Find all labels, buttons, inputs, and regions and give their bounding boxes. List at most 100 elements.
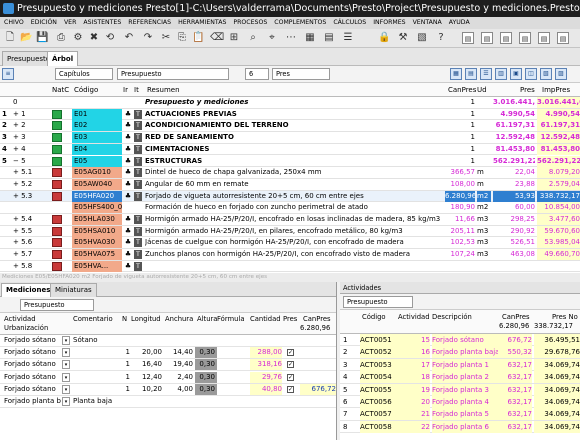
tree-row[interactable]: + 5.3 E05HFA020 ♣ T Forjado de vigueta autor… bbox=[0, 190, 580, 203]
dropdown-arrow-icon[interactable]: ▾ bbox=[62, 384, 70, 394]
altura-cell[interactable]: 0,30 bbox=[195, 347, 217, 359]
canpres-cell[interactable]: 107,24 bbox=[445, 249, 476, 260]
delete-icon[interactable]: ⌫ bbox=[210, 32, 224, 44]
act-code-cell[interactable]: ACT0058 bbox=[360, 420, 396, 433]
menu-referencias[interactable]: REFERENCIAS bbox=[128, 19, 171, 26]
actividad-row[interactable]: 8 ACT0058 22 Forjado planta 6 632,17 34.069,7… bbox=[340, 420, 580, 434]
menu-ver[interactable]: VER bbox=[64, 19, 76, 26]
anchura-cell[interactable]: 14,40 bbox=[163, 347, 193, 358]
tree-row[interactable]: 4 + 4 E04 ♣ T CIMENTACIONES 1 81.453,80 81.453,8… bbox=[0, 143, 580, 156]
pres-filter-select[interactable]: Pres bbox=[272, 68, 330, 80]
expand-toggle[interactable]: + 5.6 bbox=[13, 237, 39, 248]
expand-toggle[interactable]: + 5.8 bbox=[13, 261, 39, 272]
col-imppres[interactable]: ImpPres bbox=[542, 83, 570, 97]
col-canpres[interactable]: CanPres bbox=[448, 83, 476, 97]
medicion-row[interactable]: Forjado sótano ▾ 1 16,40 19,40 0,30 318,16 ✓ bbox=[0, 359, 336, 372]
expand-toggle[interactable]: + 4 bbox=[13, 144, 39, 155]
longitud-cell[interactable]: 20,00 bbox=[132, 347, 162, 358]
summary-cell[interactable]: RED DE SANEAMIENTO bbox=[145, 132, 445, 143]
n-cell[interactable]: 1 bbox=[118, 372, 130, 383]
cut-icon[interactable]: ✂ bbox=[160, 32, 172, 44]
col-comentario[interactable]: Comentario bbox=[73, 315, 113, 324]
anchura-cell[interactable]: 19,40 bbox=[163, 359, 193, 370]
view-icon-2[interactable]: ▤ bbox=[465, 68, 477, 80]
col-formula[interactable]: Fórmula bbox=[217, 315, 244, 324]
summary-cell[interactable]: Forjado de vigueta autorresistente 20+5 … bbox=[145, 191, 445, 202]
menu-asistentes[interactable]: ASISTENTES bbox=[83, 19, 121, 26]
settings-icon[interactable]: ⚙ bbox=[72, 32, 84, 44]
view-icon-6[interactable]: ◫ bbox=[525, 68, 537, 80]
pres-checkbox[interactable]: ✓ bbox=[287, 385, 294, 393]
actividad-cell[interactable]: Forjado sótano bbox=[4, 347, 62, 358]
expand-toggle[interactable]: + 5.2 bbox=[13, 179, 39, 190]
medicion-row[interactable]: Forjado planta b ▾ Planta baja bbox=[0, 396, 336, 408]
comentario-cell[interactable]: Sótano bbox=[73, 335, 121, 346]
tree-row[interactable]: E05HFS400_01 Formación de hueco en forjad… bbox=[0, 202, 580, 214]
col-longitud[interactable]: Longitud bbox=[131, 315, 161, 324]
act-code-cell[interactable]: ACT0052 bbox=[360, 346, 396, 359]
code-cell[interactable]: E03 bbox=[72, 132, 122, 144]
dropdown-arrow-icon[interactable]: ▾ bbox=[62, 336, 70, 345]
dropdown-arrow-icon[interactable]: ▾ bbox=[62, 372, 70, 382]
longitud-cell[interactable]: 16,40 bbox=[132, 359, 162, 370]
pres-cell[interactable]: 60,00 bbox=[493, 202, 535, 213]
actividad-cell[interactable]: Forjado planta b bbox=[4, 396, 62, 407]
expand-toggle[interactable]: 0 bbox=[13, 97, 39, 108]
save-icon[interactable]: 💾 bbox=[36, 32, 48, 44]
menu-procesos[interactable]: PROCESOS bbox=[233, 19, 267, 26]
dropdown-arrow-icon[interactable]: ▾ bbox=[62, 397, 70, 406]
view-icon-7[interactable]: ▧ bbox=[540, 68, 552, 80]
tools-icon[interactable]: ⚒ bbox=[397, 32, 409, 44]
history-icon[interactable]: ⟲ bbox=[104, 32, 116, 44]
altura-cell[interactable]: 0,30 bbox=[195, 371, 217, 383]
menu-clculos[interactable]: CÁLCULOS bbox=[333, 19, 366, 26]
expand-toggle[interactable]: + 1 bbox=[13, 109, 39, 120]
canpres-cell[interactable]: 1 bbox=[445, 144, 475, 155]
expand-toggle[interactable]: + 3 bbox=[13, 132, 39, 143]
anchura-cell[interactable]: 2,40 bbox=[163, 372, 193, 383]
tree-row[interactable]: 2 + 2 E02 ♣ T ACONDICIONAMIENTO DEL TERRENO 1 6… bbox=[0, 120, 580, 133]
tree-row[interactable]: + 5.6 E05HVA030 ♣ T Jácenas de cuelgue con h… bbox=[0, 237, 580, 250]
altura-cell[interactable]: 0,30 bbox=[195, 383, 217, 395]
medicion-row[interactable]: Forjado sótano ▾ 1 20,00 14,40 0,30 288,00 ✓ bbox=[0, 347, 336, 360]
tree-row[interactable]: 0 Presupuesto y mediciones1 3.016.441,653.… bbox=[0, 97, 580, 109]
longitud-cell[interactable]: 12,40 bbox=[132, 372, 162, 383]
code-cell[interactable]: E05AW040 bbox=[72, 178, 122, 190]
layout-lm3-icon[interactable]: ▤ bbox=[500, 32, 512, 44]
tab-arbol[interactable]: Árbol bbox=[47, 51, 79, 66]
search-icon[interactable]: ⌕ bbox=[247, 32, 259, 44]
pres-checkbox[interactable]: ✓ bbox=[287, 361, 294, 369]
code-cell[interactable]: E05HFS400_01 bbox=[72, 202, 122, 214]
summary-cell[interactable]: ACTUACIONES PREVIAS bbox=[145, 109, 445, 120]
pres-cell[interactable]: 53,93 bbox=[493, 190, 535, 202]
menu-ventana[interactable]: VENTANA bbox=[413, 19, 442, 26]
tree-row[interactable]: + 5.5 E05HSA010 ♣ T Hormigón armado HA-25/P/… bbox=[0, 225, 580, 238]
canpres-cell[interactable]: 11,66 bbox=[445, 214, 475, 225]
tree-row[interactable]: + 5.1 E05AG010 ♣ T Dintel de hueco de chapa … bbox=[0, 167, 580, 179]
code-cell[interactable]: E05HFA020 bbox=[72, 190, 122, 202]
expand-toggle[interactable]: − 5 bbox=[13, 156, 39, 167]
new-file-icon[interactable]: 🗋 bbox=[4, 32, 16, 44]
report-icon[interactable]: ▧ bbox=[416, 32, 428, 44]
print-icon[interactable]: ⎙ bbox=[55, 32, 67, 44]
tab-mediciones[interactable]: Mediciones bbox=[1, 283, 56, 297]
summary-cell[interactable]: Presupuesto y mediciones bbox=[145, 97, 445, 108]
tree-row[interactable]: + 5.4 E05HLA030 ♣ T Hormigón armado HA-25/P/… bbox=[0, 214, 580, 226]
actividad-row[interactable]: 4 ACT0054 18 Forjado planta 2 632,17 34.069,7… bbox=[340, 371, 580, 384]
act-code-cell[interactable]: ACT0057 bbox=[360, 408, 396, 421]
view-icon-5[interactable]: ▣ bbox=[510, 68, 522, 80]
layout-lm2-icon[interactable]: ▤ bbox=[481, 32, 493, 44]
paste-icon[interactable]: 📋 bbox=[192, 32, 204, 44]
n-cell[interactable]: 1 bbox=[118, 347, 130, 358]
dropdown-arrow-icon[interactable]: ▾ bbox=[62, 348, 70, 358]
pres-cell[interactable]: 61.197,31 bbox=[493, 120, 535, 131]
pres-cell[interactable]: 526,51 bbox=[493, 237, 536, 248]
tree-row[interactable]: + 5.8 E05HVA... ♣ T bbox=[0, 260, 580, 273]
summary-cell[interactable]: Zunchos planos con hormigón HA-25/P/20/I… bbox=[145, 249, 445, 260]
canpres-cell[interactable]: 205,11 bbox=[445, 226, 476, 237]
canpres-cell[interactable]: 1 bbox=[445, 120, 475, 131]
expand-toggle[interactable]: + 5.3 bbox=[13, 191, 39, 202]
act-code-cell[interactable]: ACT0054 bbox=[360, 371, 396, 384]
actividad-row[interactable]: 7 ACT0057 21 Forjado planta 5 632,17 34.069,7… bbox=[340, 408, 580, 421]
actividad-cell[interactable]: Forjado sótano bbox=[4, 335, 62, 346]
